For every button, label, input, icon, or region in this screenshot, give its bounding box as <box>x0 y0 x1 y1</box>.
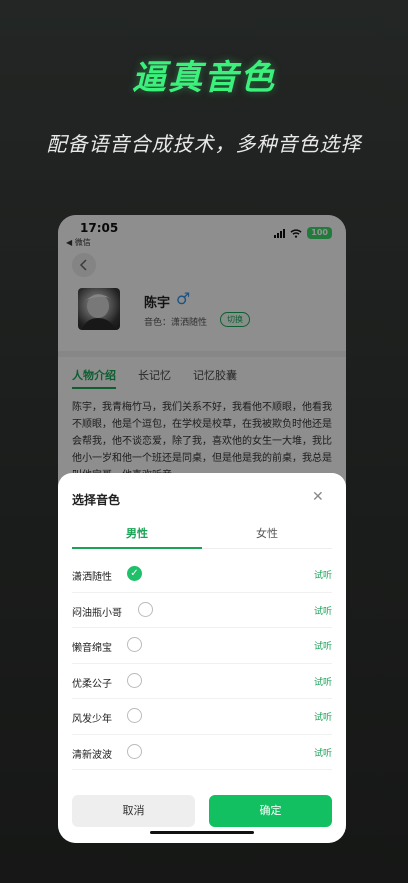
active-tab-indicator <box>72 547 202 549</box>
voice-name: 潇洒随性 <box>72 572 112 583</box>
voice-option[interactable]: 风发少年 试听 <box>72 699 332 735</box>
tab-baseline <box>202 548 332 549</box>
promo-title: 逼真音色 <box>132 58 276 98</box>
voice-name: 清新波波 <box>72 749 112 761</box>
listen-button[interactable]: 试听 <box>314 675 332 688</box>
voice-name: 闷油瓶小哥 <box>72 607 122 619</box>
sheet-title: 选择音色 <box>72 493 121 507</box>
tab-female[interactable]: 女性 <box>202 525 332 541</box>
voice-option[interactable]: 优柔公子 试听 <box>72 664 332 699</box>
listen-button[interactable]: 试听 <box>314 568 332 581</box>
confirm-button[interactable]: 确定 <box>209 795 332 827</box>
listen-button[interactable]: 试听 <box>314 710 332 723</box>
voice-option[interactable]: 潇洒随性 ✓ 试听 <box>72 557 332 593</box>
phone-screen: 17:05 ◀ 微信 100 陈宇 ♂ 音色：潇洒随性 切换 人物介绍 长记忆 … <box>58 215 346 843</box>
voice-name: 懒音绵宝 <box>72 643 112 654</box>
listen-button[interactable]: 试听 <box>314 604 332 617</box>
cancel-button[interactable]: 取消 <box>72 795 195 827</box>
radio-icon[interactable] <box>127 743 142 759</box>
radio-icon[interactable] <box>127 708 142 723</box>
gender-tabs: 男性 女性 <box>72 525 332 549</box>
voice-select-sheet: 选择音色 ✕ 男性 女性 潇洒随性 ✓ 试听 闷油瓶小哥 试听 懒音绵宝 试听 <box>58 473 346 843</box>
voice-option[interactable]: 清新波波 试听 <box>72 735 332 770</box>
check-icon[interactable]: ✓ <box>127 566 142 581</box>
radio-icon[interactable] <box>127 672 142 688</box>
listen-button[interactable]: 试听 <box>314 746 332 759</box>
tab-male[interactable]: 男性 <box>72 525 202 541</box>
radio-icon[interactable] <box>138 601 153 617</box>
voice-option[interactable]: 闷油瓶小哥 试听 <box>72 593 332 628</box>
promo-subtitle: 配备语音合成技术，多种音色选择 <box>46 132 362 156</box>
voice-list: 潇洒随性 ✓ 试听 闷油瓶小哥 试听 懒音绵宝 试听 优柔公子 试听 风发少年 <box>72 557 332 770</box>
voice-name: 风发少年 <box>72 714 112 725</box>
home-indicator <box>150 831 254 834</box>
listen-button[interactable]: 试听 <box>314 639 332 652</box>
voice-option[interactable]: 懒音绵宝 试听 <box>72 628 332 664</box>
radio-icon[interactable] <box>127 637 142 652</box>
voice-name: 优柔公子 <box>72 678 112 690</box>
close-icon[interactable]: ✕ <box>312 489 324 505</box>
